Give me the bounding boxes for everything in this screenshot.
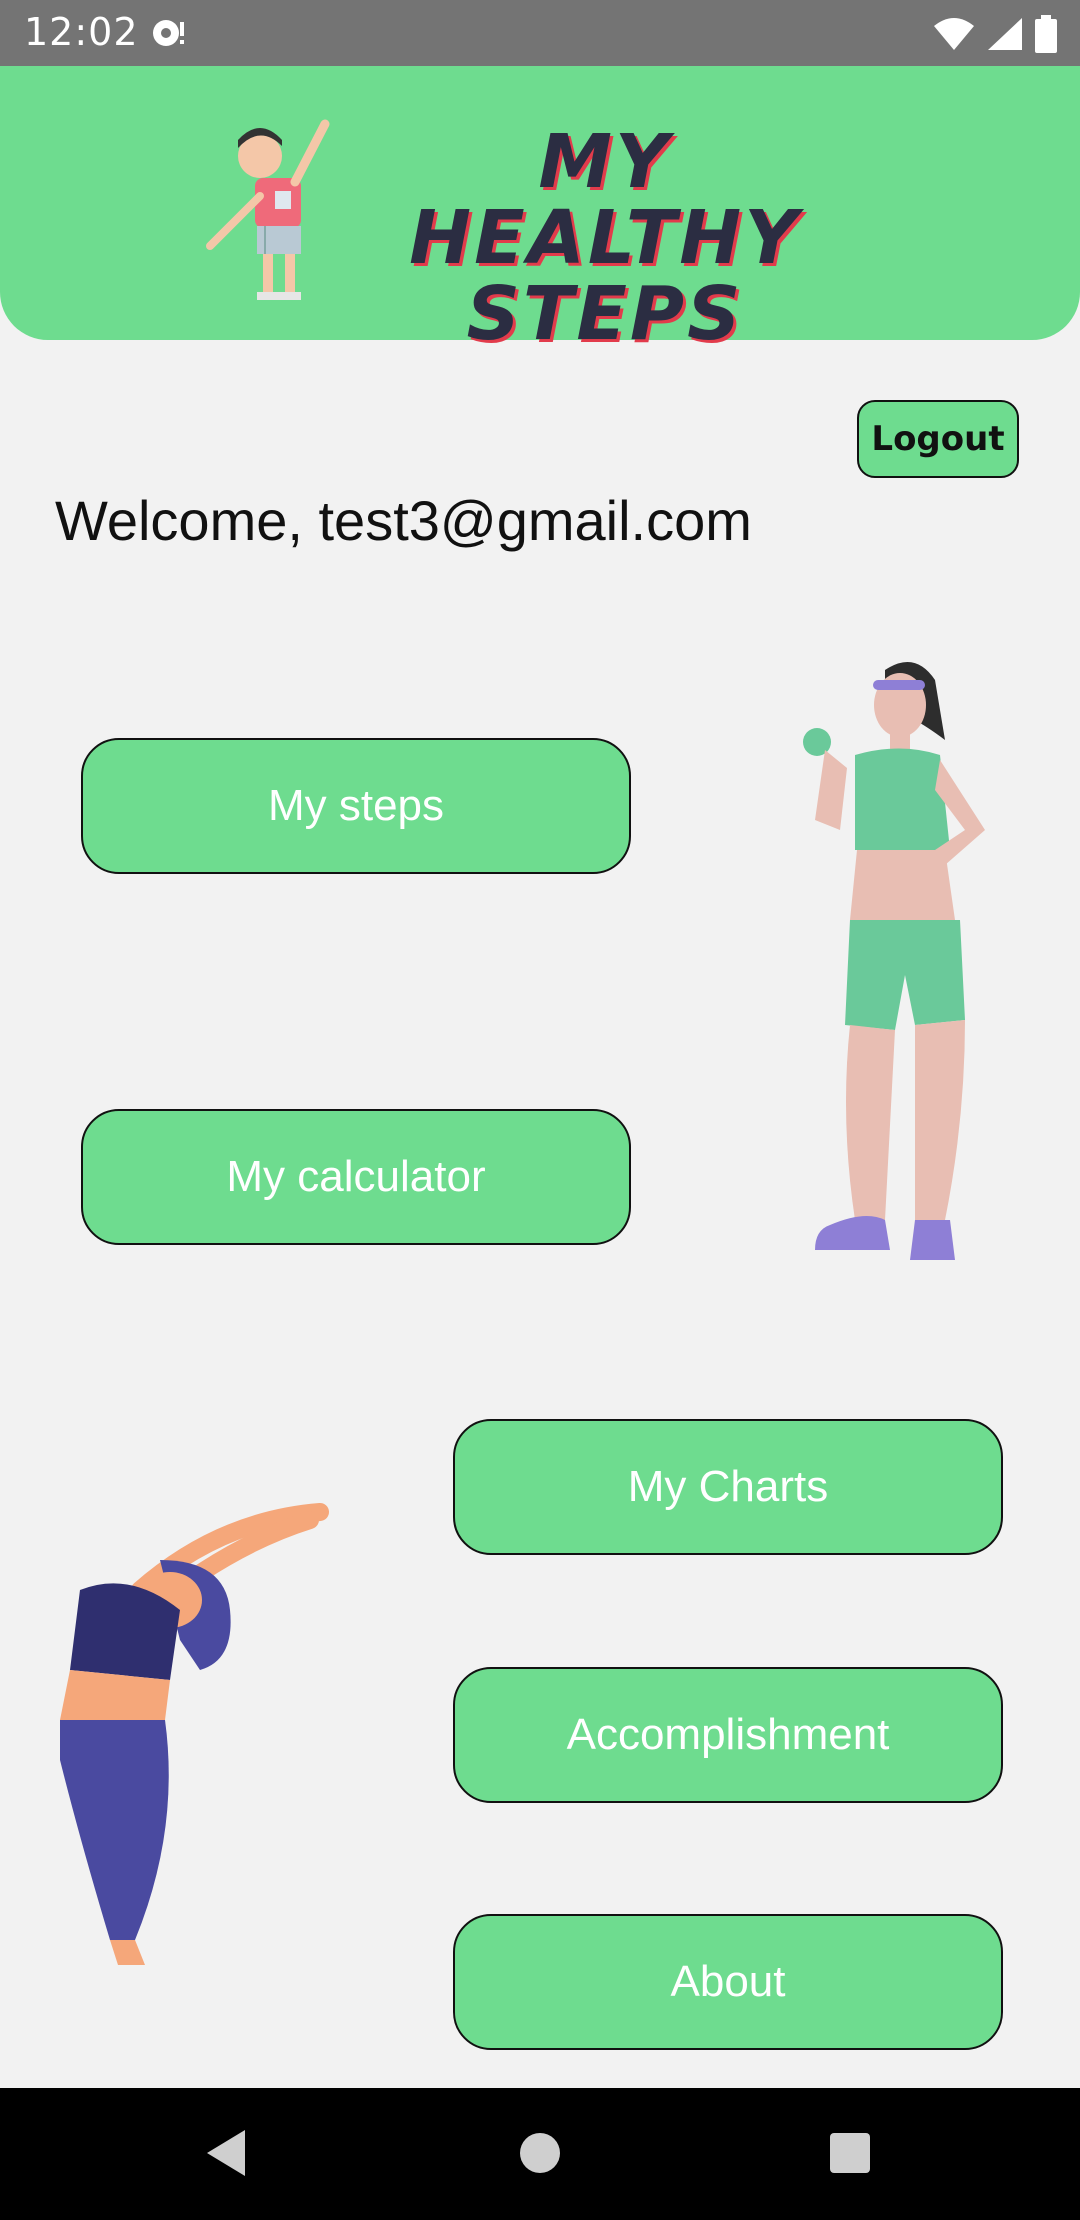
signal-icon bbox=[988, 18, 1022, 50]
battery-icon bbox=[1035, 15, 1057, 53]
about-button[interactable]: About bbox=[453, 1914, 1003, 2050]
my-calculator-button[interactable]: My calculator bbox=[81, 1109, 631, 1245]
notification-icon bbox=[153, 20, 184, 46]
back-icon[interactable] bbox=[205, 2128, 249, 2178]
my-charts-button[interactable]: My Charts bbox=[453, 1419, 1003, 1555]
recents-icon[interactable] bbox=[829, 2132, 871, 2174]
standing-woman-illustration bbox=[803, 662, 985, 1260]
home-icon[interactable] bbox=[518, 2131, 562, 2175]
stretching-woman-illustration bbox=[60, 1503, 329, 1965]
logo-line-2: STEPS bbox=[466, 271, 744, 357]
system-nav-bar bbox=[0, 2088, 1080, 2220]
logout-button[interactable]: Logout bbox=[857, 400, 1019, 478]
status-icons bbox=[932, 14, 1058, 54]
app-header: MY HEALTHY STEPS bbox=[0, 66, 1080, 352]
stretching-boy-icon bbox=[206, 119, 330, 300]
logo-line-1: MY HEALTHY bbox=[409, 119, 801, 281]
my-steps-button[interactable]: My steps bbox=[81, 738, 631, 874]
welcome-text: Welcome, test3@gmail.com bbox=[55, 489, 752, 552]
wifi-icon bbox=[934, 18, 974, 50]
status-bar: 12:02 bbox=[0, 0, 1080, 66]
accomplishment-button[interactable]: Accomplishment bbox=[453, 1667, 1003, 1803]
clock: 12:02 bbox=[24, 10, 139, 54]
app-logo: MY HEALTHY STEPS bbox=[340, 124, 870, 352]
